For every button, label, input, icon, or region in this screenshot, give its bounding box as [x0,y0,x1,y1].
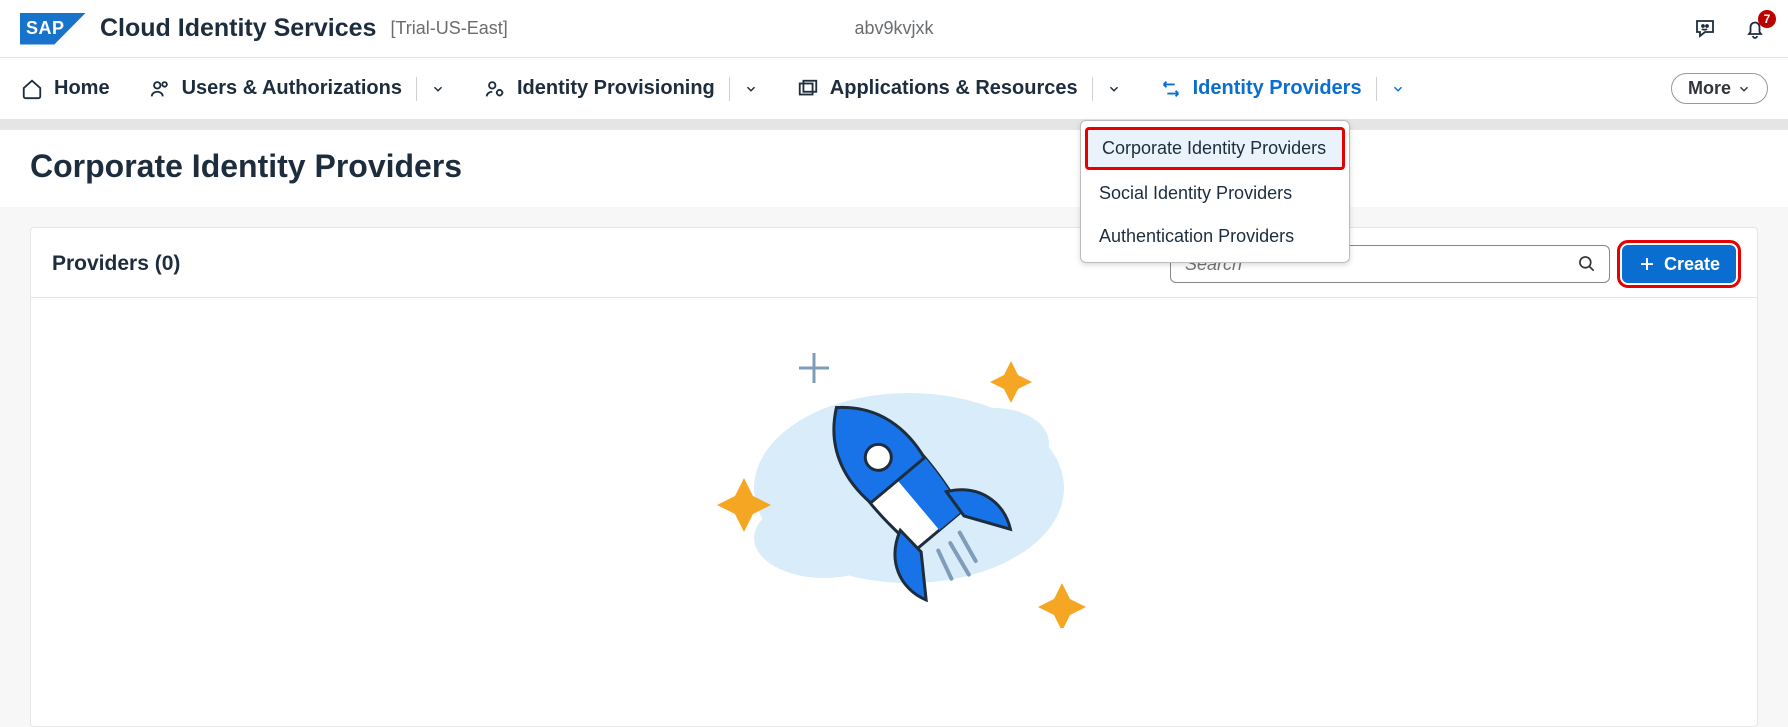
page-title: Corporate Identity Providers [30,148,1758,185]
chevron-down-icon[interactable] [1376,77,1405,101]
app-title: Cloud Identity Services [100,14,376,43]
create-button[interactable]: Create [1622,245,1736,283]
applications-icon [796,77,820,101]
notification-badge: 7 [1758,10,1776,28]
dropdown-corporate-idp[interactable]: Corporate Identity Providers [1085,127,1345,170]
shell-bar: SAP Cloud Identity Services [Trial-US-Ea… [0,0,1788,58]
users-icon [148,77,172,101]
dropdown-social-idp[interactable]: Social Identity Providers [1081,172,1349,215]
providers-panel: Providers (0) Create [30,227,1758,727]
nav-users[interactable]: Users & Authorizations [148,77,445,101]
separator-band [0,120,1788,130]
chevron-down-icon[interactable] [729,77,758,101]
nav-provisioning-label: Identity Provisioning [517,77,715,100]
content-area: Providers (0) Create [0,207,1788,727]
chevron-down-icon [1737,82,1751,96]
identity-providers-icon [1159,77,1183,101]
search-icon [1577,254,1597,274]
dropdown-auth-providers[interactable]: Authentication Providers [1081,215,1349,258]
nav-identity-providers-label: Identity Providers [1193,77,1362,100]
chevron-down-icon[interactable] [416,77,445,101]
nav-identity-providers[interactable]: Identity Providers [1159,77,1405,101]
nav-more-label: More [1688,78,1731,99]
empty-state-illustration [30,298,1758,658]
nav-applications-label: Applications & Resources [830,77,1078,100]
app-subtitle: [Trial-US-East] [390,18,507,39]
plus-icon [1638,255,1656,273]
feedback-icon[interactable] [1692,16,1718,42]
panel-header: Providers (0) Create [30,227,1758,298]
page-header: Corporate Identity Providers [0,130,1788,207]
nav-home-label: Home [54,77,110,100]
panel-title: Providers (0) [52,252,180,276]
sap-logo: SAP [20,13,86,45]
identity-providers-dropdown: Corporate Identity Providers Social Iden… [1080,120,1350,263]
chevron-down-icon[interactable] [1092,77,1121,101]
notification-icon[interactable]: 7 [1742,16,1768,42]
tenant-id: abv9kvjxk [854,18,933,39]
main-nav: Home Users & Authorizations Identity Pro… [0,58,1788,120]
nav-provisioning[interactable]: Identity Provisioning [483,77,758,101]
nav-more-button[interactable]: More [1671,73,1768,104]
nav-users-label: Users & Authorizations [182,77,402,100]
nav-home[interactable]: Home [20,77,110,101]
provisioning-icon [483,77,507,101]
home-icon [20,77,44,101]
create-button-label: Create [1664,254,1720,275]
nav-applications[interactable]: Applications & Resources [796,77,1121,101]
